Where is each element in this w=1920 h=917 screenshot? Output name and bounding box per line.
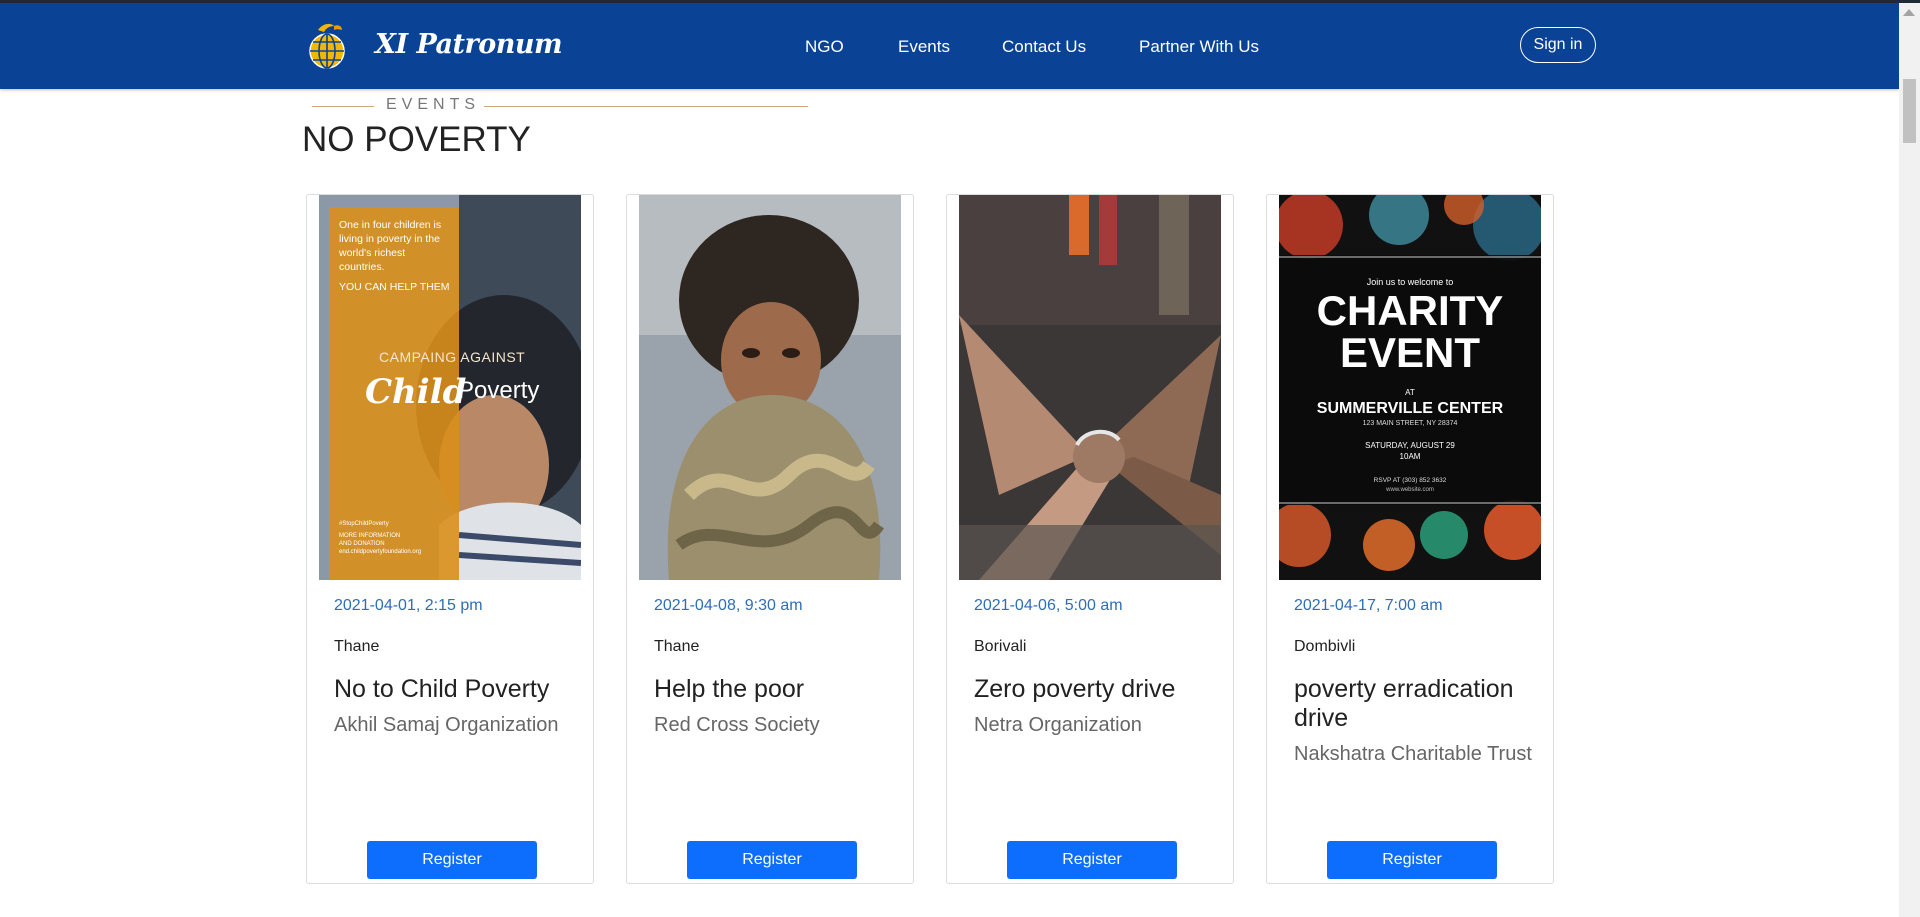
event-organization: Red Cross Society (654, 714, 820, 736)
nav-link-ngo[interactable]: NGO (805, 37, 844, 57)
section-label-line-right (484, 106, 808, 107)
sign-in-button[interactable]: Sign in (1520, 27, 1596, 63)
poster-campaign: CAMPAING AGAINST (379, 349, 525, 365)
event-datetime: 2021-04-01, 2:15 pm (334, 597, 483, 614)
poster-tag: #StopChildPoverty (339, 521, 389, 527)
nav-link-events[interactable]: Events (898, 37, 950, 57)
register-button[interactable]: Register (367, 841, 537, 879)
event-title: No to Child Poverty (334, 675, 550, 703)
poster-foot-3: end.childpovertyfoundation.org (339, 549, 421, 555)
event-title: poverty erradication drive (1294, 675, 1514, 732)
event-poster-child-poverty: One in four children is living in povert… (319, 195, 581, 580)
register-button[interactable]: Register (687, 841, 857, 879)
poster-date: SATURDAY, AUGUST 29 (1365, 441, 1455, 450)
poster-word-child: Child (365, 372, 467, 412)
poster-venue: SUMMERVILLE CENTER (1317, 400, 1504, 417)
globe-logo-icon[interactable] (304, 20, 350, 72)
event-card: One in four children is living in povert… (306, 194, 594, 884)
event-location: Thane (334, 638, 380, 655)
nav-link-contact-us[interactable]: Contact Us (1002, 37, 1086, 57)
section-label: EVENTS (312, 96, 808, 116)
section-label-line-left (312, 106, 374, 107)
page-scrollbar[interactable] (1899, 3, 1920, 917)
section-label-text: EVENTS (386, 96, 481, 113)
event-location: Dombivli (1294, 638, 1356, 655)
event-photo-zero-poverty (959, 195, 1221, 580)
event-card: 2021-04-06, 5:00 am Borivali Zero povert… (946, 194, 1234, 884)
poster-rsvp: RSVP AT (303) 852 3632 (1374, 477, 1447, 484)
poster-cta: YOU CAN HELP THEM (339, 281, 449, 293)
brand-name[interactable]: XI Patronum (375, 29, 563, 60)
poster-foot-1: MORE INFORMATION (339, 533, 400, 539)
poster-address: 123 MAIN STREET, NY 28374 (1363, 420, 1458, 427)
event-title: Zero poverty drive (974, 675, 1176, 703)
event-organization: Netra Organization (974, 714, 1142, 736)
poster-site: www.website.com (1385, 487, 1434, 493)
navbar: XI Patronum NGO Events Contact Us Partne… (0, 3, 1899, 89)
svg-text:world's richest: world's richest (338, 247, 405, 259)
svg-text:living in poverty in the: living in poverty in the (339, 233, 440, 245)
svg-text:One in four children is: One in four children is (339, 219, 441, 231)
poster-word-poverty: Poverty (458, 377, 539, 404)
poster-intro: Join us to welcome to (1367, 277, 1454, 287)
event-organization: Nakshatra Charitable Trust (1294, 743, 1532, 765)
register-button[interactable]: Register (1007, 841, 1177, 879)
scrollbar-thumb[interactable] (1903, 79, 1916, 143)
nav-link-partner-with-us[interactable]: Partner With Us (1139, 37, 1259, 57)
poster-foot-2: AND DONATION (339, 541, 385, 547)
event-organization: Akhil Samaj Organization (334, 714, 559, 736)
poster-at: AT (1405, 388, 1415, 397)
scroll-up-arrow-icon[interactable] (1903, 9, 1915, 16)
page-title: NO POVERTY (302, 120, 531, 159)
poster-time: 10AM (1400, 452, 1421, 461)
event-title: Help the poor (654, 675, 805, 703)
event-location: Borivali (974, 638, 1027, 655)
event-location: Thane (654, 638, 700, 655)
poster-line-2: EVENT (1340, 329, 1480, 376)
svg-text:countries.: countries. (339, 261, 385, 273)
event-poster-charity-event: Join us to welcome to CHARITY EVENT AT S… (1279, 195, 1541, 580)
register-button[interactable]: Register (1327, 841, 1497, 879)
event-photo-help-the-poor (639, 195, 901, 580)
event-card: 2021-04-08, 9:30 am Thane Help the poor … (626, 194, 914, 884)
event-card: Join us to welcome to CHARITY EVENT AT S… (1266, 194, 1554, 884)
event-datetime: 2021-04-17, 7:00 am (1294, 597, 1443, 614)
poster-line-1: CHARITY (1317, 287, 1504, 334)
event-datetime: 2021-04-06, 5:00 am (974, 597, 1123, 614)
event-datetime: 2021-04-08, 9:30 am (654, 597, 803, 614)
